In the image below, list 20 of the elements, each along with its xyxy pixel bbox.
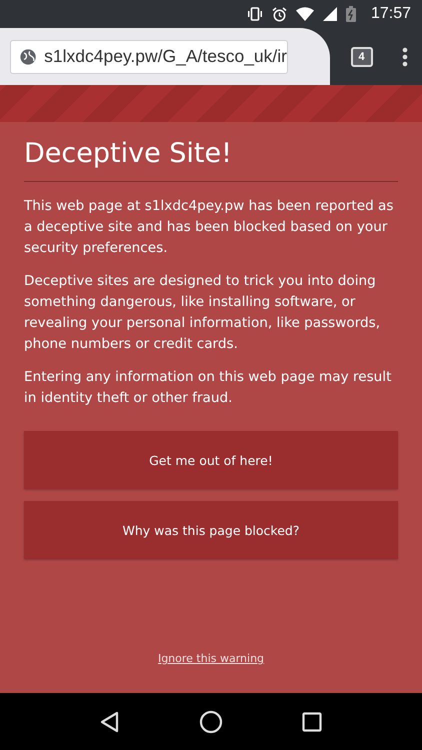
recents-icon[interactable] bbox=[302, 712, 322, 732]
alarm-icon bbox=[272, 6, 287, 22]
warning-paragraph: This web page at s1lxdc4pey.pw has been reported as a deceptive site and has been blocked based on your security preferences. bbox=[24, 197, 394, 258]
address-bar[interactable]: s1lxdc4pey.pw/G_A/tesco_uk/ir bbox=[10, 40, 288, 74]
warning-button[interactable]: Why was this page blocked? bbox=[24, 501, 398, 559]
back-icon[interactable] bbox=[100, 710, 120, 732]
globe-icon bbox=[20, 46, 36, 66]
signal-icon bbox=[322, 7, 337, 21]
home-icon[interactable] bbox=[198, 710, 223, 734]
ignore-warning-link[interactable]: Ignore this warning bbox=[158, 652, 264, 665]
wifi-icon bbox=[296, 7, 314, 21]
warning-title: Deceptive Site! bbox=[24, 138, 233, 169]
vibrate-icon bbox=[246, 7, 263, 21]
warning-paragraph: Entering any information on this web page may result in identity theft or other fraud. bbox=[24, 368, 392, 408]
tab-switcher-button[interactable]: 4 bbox=[350, 46, 372, 66]
warning-button[interactable]: Get me out of here! bbox=[24, 431, 398, 489]
status-time: 17:57 bbox=[370, 5, 411, 23]
menu-icon[interactable] bbox=[402, 46, 408, 66]
warning-paragraph: Deceptive sites are designed to trick you into doing something dangerous, like installing software, or revealing your personal information, like passwords, phone numbers or credit cards. bbox=[24, 272, 382, 354]
battery-icon bbox=[346, 6, 356, 22]
